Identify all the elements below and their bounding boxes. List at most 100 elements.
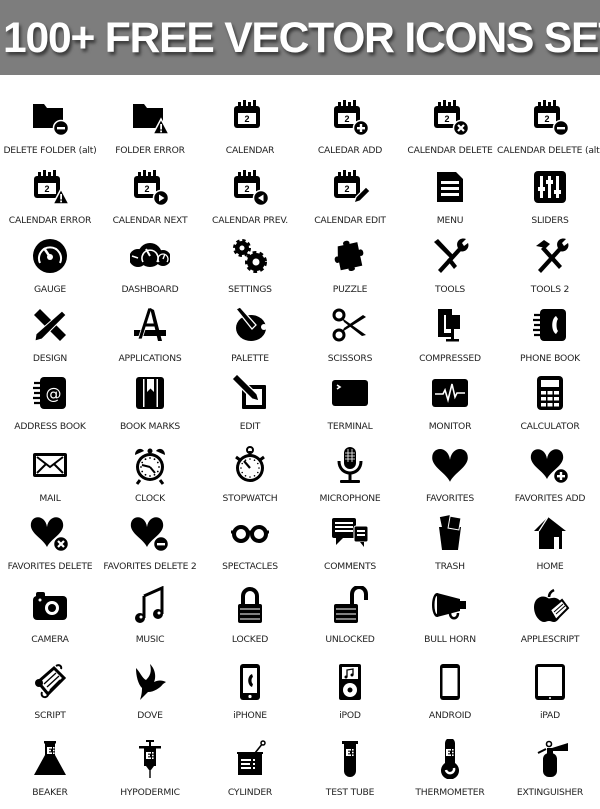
hammer-wrench-icon <box>536 238 569 273</box>
icon-tile[interactable]: TRASH <box>400 513 500 583</box>
icon-tile[interactable]: DESIGN <box>0 305 100 375</box>
icon-tile[interactable]: 2 CALENDAR PREV. <box>200 167 300 237</box>
music-note-icon <box>135 586 164 623</box>
ipod-icon <box>339 664 361 700</box>
syringe-icon <box>139 740 161 778</box>
icon-tile[interactable]: TEST TUBE <box>300 739 400 809</box>
icon-tile[interactable]: MUSIC <box>100 586 200 656</box>
heart-icon <box>432 449 468 482</box>
puzzle-icon <box>334 240 364 271</box>
icon-tile[interactable]: CYLINDER <box>200 739 300 809</box>
icon-tile[interactable]: @ ADDRESS BOOK <box>0 373 100 443</box>
icon-tile[interactable]: COMMENTS <box>300 513 400 583</box>
icon-label: PHONE BOOK <box>520 353 580 364</box>
icon-tile[interactable]: FAVORITES DELETE 2 <box>100 513 200 583</box>
icon-tile[interactable]: THERMOMETER <box>400 739 500 809</box>
icon-tile[interactable]: LOCKED <box>200 586 300 656</box>
heart-monitor-icon <box>432 379 468 407</box>
camera-icon <box>33 592 67 620</box>
icon-tile[interactable]: MONITOR <box>400 373 500 443</box>
icon-tile[interactable]: DOVE <box>100 662 200 732</box>
icon-tile[interactable]: 2 CALENDAR NEXT <box>100 167 200 237</box>
ipad-icon <box>535 664 565 700</box>
icon-tile[interactable]: 2 CALEDAR ADD <box>300 97 400 167</box>
icon-tile[interactable]: BULL HORN <box>400 586 500 656</box>
icon-tile[interactable]: APPLESCRIPT <box>500 586 600 656</box>
icon-tile[interactable]: 2 CALENDAR DELETE <box>400 97 500 167</box>
extinguisher-icon <box>537 740 568 777</box>
icon-tile[interactable]: APPLICATIONS <box>100 305 200 375</box>
icon-tile[interactable]: 2 CALENDAR ERROR <box>0 167 100 237</box>
calendar-add-icon: 2 <box>334 100 370 137</box>
icon-tile[interactable]: CALCULATOR <box>500 373 600 443</box>
icon-tile[interactable]: PALETTE <box>200 305 300 375</box>
icon-tile[interactable]: SETTINGS <box>200 236 300 306</box>
icon-tile[interactable]: TOOLS 2 <box>500 236 600 306</box>
icon-tile[interactable]: iPHONE <box>200 662 300 732</box>
address-book-icon: @ <box>33 377 66 409</box>
icon-label: APPLESCRIPT <box>520 634 580 645</box>
svg-text:2: 2 <box>44 184 49 194</box>
icon-label: CALENDAR DELETE (alt) <box>497 145 600 156</box>
icon-tile[interactable]: UNLOCKED <box>300 586 400 656</box>
palette-icon <box>234 306 267 341</box>
icon-tile[interactable]: SPECTACLES <box>200 513 300 583</box>
icon-tile[interactable]: BEAKER <box>0 739 100 809</box>
envelope-icon <box>33 453 67 477</box>
icon-tile[interactable]: DELETE FOLDER (alt) <box>0 97 100 167</box>
icon-tile[interactable]: STOPWATCH <box>200 445 300 515</box>
applications-icon <box>134 307 166 341</box>
icon-tile[interactable]: 2 CALENDAR DELETE (alt) <box>497 97 600 167</box>
icon-tile[interactable]: COMPRESSED <box>400 305 500 375</box>
menu-document-icon <box>437 172 463 202</box>
calendar-delete-icon: 2 <box>434 100 470 137</box>
icon-tile[interactable]: FOLDER ERROR <box>100 97 200 167</box>
icon-tile[interactable]: iPAD <box>500 662 600 732</box>
icon-tile[interactable]: TOOLS <box>400 236 500 306</box>
icon-tile[interactable]: BOOK MARKS <box>100 373 200 443</box>
stopwatch-icon <box>235 446 265 482</box>
icon-tile[interactable]: SLIDERS <box>500 167 600 237</box>
icon-tile[interactable]: FAVORITES DELETE <box>0 513 100 583</box>
folder-warning-icon <box>133 104 170 135</box>
icon-tile[interactable]: HYPODERMIC <box>100 739 200 809</box>
calendar-warning-icon: 2 <box>34 170 70 205</box>
icon-tile[interactable]: 2 CALENDAR EDIT <box>300 167 400 237</box>
icon-label: SLIDERS <box>531 215 569 226</box>
icon-tile[interactable]: iPOD <box>300 662 400 732</box>
icon-tile[interactable]: SCISSORS <box>300 305 400 375</box>
icon-tile[interactable]: FAVORITES <box>400 445 500 515</box>
icon-tile[interactable]: 2 CALENDAR <box>200 97 300 167</box>
alarm-clock-icon <box>135 448 165 485</box>
icon-tile[interactable]: EDIT <box>200 373 300 443</box>
cylinder-icon <box>237 740 266 775</box>
trash-icon <box>439 515 462 550</box>
icon-tile[interactable]: DASHBOARD <box>100 236 200 306</box>
icon-tile[interactable]: HOME <box>500 513 600 583</box>
icon-tile[interactable]: ANDROID <box>400 662 500 732</box>
icon-tile[interactable]: SCRIPT <box>0 662 100 732</box>
home-icon <box>534 516 566 549</box>
test-tube-icon <box>342 741 358 777</box>
beaker-icon <box>34 741 66 775</box>
icon-tile[interactable]: EXTINGUISHER <box>500 739 600 809</box>
icon-tile[interactable]: CLOCK <box>100 445 200 515</box>
svg-text:2: 2 <box>344 114 349 124</box>
edit-pencil-icon <box>231 373 266 409</box>
scissors-icon <box>332 308 366 342</box>
icon-tile[interactable]: FAVORITES ADD <box>500 445 600 515</box>
icon-tile[interactable]: CAMERA <box>0 586 100 656</box>
ruler-pencil-icon <box>34 309 67 342</box>
padlock-unlocked-icon <box>334 586 368 623</box>
icon-tile[interactable]: MAIL <box>0 445 100 515</box>
icon-label: TOOLS 2 <box>530 284 570 295</box>
calculator-icon <box>537 376 563 410</box>
icon-tile[interactable]: PUZZLE <box>300 236 400 306</box>
thermometer-icon <box>441 739 459 779</box>
icon-tile[interactable]: MENU <box>400 167 500 237</box>
screwdriver-wrench-icon <box>434 238 469 273</box>
icon-tile[interactable]: TERMINAL <box>300 373 400 443</box>
icon-tile[interactable]: PHONE BOOK <box>500 305 600 375</box>
icon-tile[interactable]: MICROPHONE <box>300 445 400 515</box>
icon-tile[interactable]: GAUGE <box>0 236 100 306</box>
